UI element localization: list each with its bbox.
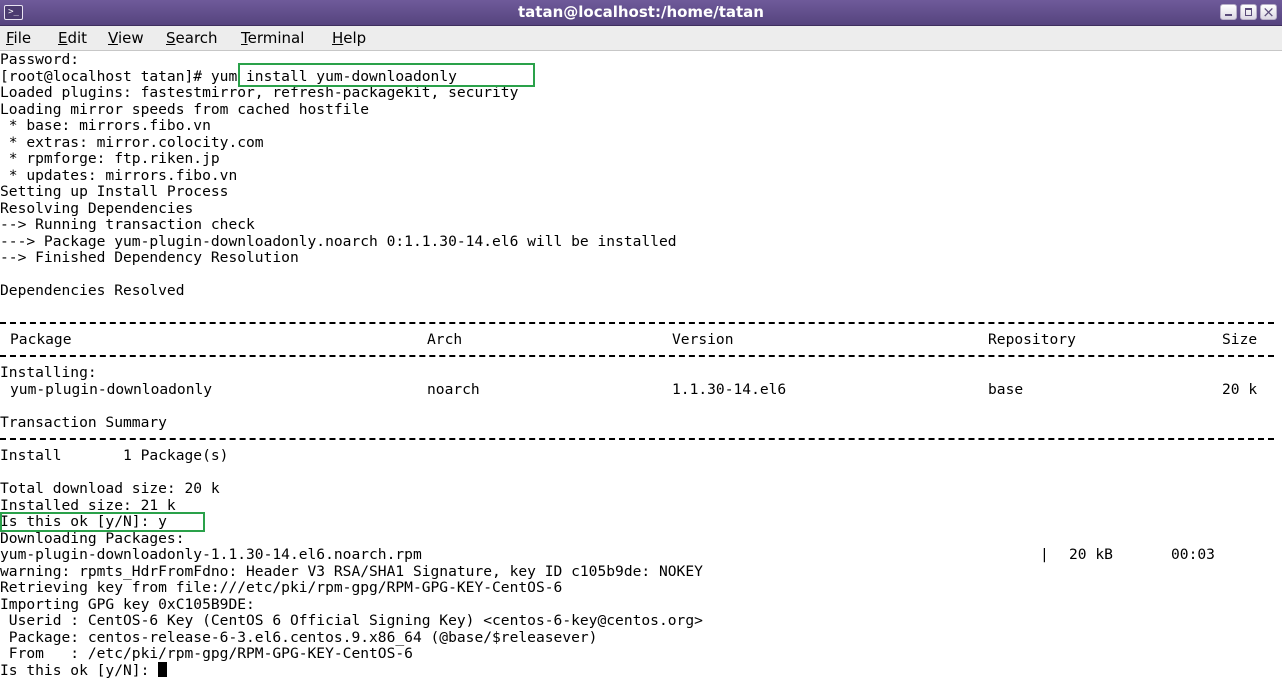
menu-help[interactable]: Help — [332, 29, 366, 47]
menu-terminal[interactable]: Terminal — [241, 29, 304, 47]
download-time: 00:03 — [1171, 546, 1215, 563]
table-rule — [0, 322, 1274, 324]
output-line: Transaction Summary — [0, 414, 167, 431]
output-line: Dependencies Resolved — [0, 282, 185, 299]
menu-search-label: earch — [175, 29, 218, 47]
input-prompt-line[interactable]: Is this ok [y/N]: — [0, 662, 168, 679]
close-button[interactable] — [1260, 3, 1277, 21]
output-line: Downloading Packages: — [0, 530, 185, 547]
download-progress-line: yum-plugin-downloadonly-1.1.30-14.el6.no… — [0, 546, 1282, 563]
confirm-prompt: Is this ok [y/N]: — [0, 662, 159, 679]
output-line: Installing: — [0, 364, 97, 381]
output-line: --> Running transaction check — [0, 216, 255, 233]
output-line: Loading mirror speeds from cached hostfi… — [0, 101, 370, 118]
output-line: * updates: mirrors.fibo.vn — [0, 167, 238, 184]
menu-terminal-label: erminal — [247, 29, 305, 47]
minimize-button[interactable] — [1220, 4, 1237, 20]
output-line: --> Finished Dependency Resolution — [0, 249, 299, 266]
header-size: Size — [1222, 331, 1258, 348]
output-line: warning: rpmts_HdrFromFdno: Header V3 RS… — [0, 563, 703, 580]
menu-edit-label: dit — [67, 29, 88, 47]
menu-file-mnemonic: F — [6, 29, 14, 47]
menu-view[interactable]: View — [108, 29, 144, 47]
header-repository: Repository — [988, 331, 1076, 348]
menu-search-mnemonic: S — [166, 29, 176, 47]
output-line: Total download size: 20 k — [0, 480, 220, 497]
answer-highlight-box — [0, 512, 205, 532]
menu-search[interactable]: Search — [166, 29, 218, 47]
output-line: From : /etc/pki/rpm-gpg/RPM-GPG-KEY-Cent… — [0, 645, 413, 662]
text-cursor — [158, 662, 168, 677]
download-separator: | — [1040, 546, 1049, 563]
header-version: Version — [672, 331, 734, 348]
download-file: yum-plugin-downloadonly-1.1.30-14.el6.no… — [0, 546, 422, 563]
title-bar[interactable]: >_ tatan@localhost:/home/tatan — [0, 0, 1282, 26]
output-line: Package: centos-release-6-3.el6.centos.9… — [0, 629, 598, 646]
output-line: Userid : CentOS-6 Key (CentOS 6 Official… — [0, 612, 703, 629]
menu-bar: File Edit View Search Terminal Help — [0, 26, 1282, 51]
download-size: 20 kB — [1069, 546, 1113, 563]
row-version: 1.1.30-14.el6 — [672, 381, 787, 398]
row-repository: base — [988, 381, 1024, 398]
maximize-button[interactable] — [1240, 4, 1257, 20]
menu-view-label: iew — [117, 29, 144, 47]
header-arch: Arch — [427, 331, 463, 348]
table-header: Package Arch Version Repository Size — [0, 331, 1282, 348]
terminal-output[interactable]: Password: [root@localhost tatan]# yum in… — [0, 51, 1282, 686]
table-row: yum-plugin-downloadonly noarch 1.1.30-14… — [0, 381, 1282, 398]
output-line: Importing GPG key 0xC105B9DE: — [0, 596, 255, 613]
table-rule — [0, 355, 1274, 357]
header-package: Package — [10, 331, 72, 348]
shell-prompt: [root@localhost tatan]# — [0, 68, 211, 85]
menu-help-mnemonic: H — [332, 29, 344, 47]
menu-view-mnemonic: V — [108, 29, 118, 47]
table-rule — [0, 438, 1274, 440]
row-package: yum-plugin-downloadonly — [10, 381, 213, 398]
menu-edit[interactable]: Edit — [58, 29, 87, 47]
output-line: Install 1 Package(s) — [0, 447, 229, 464]
output-line: * rpmforge: ftp.riken.jp — [0, 150, 220, 167]
output-line: Resolving Dependencies — [0, 200, 194, 217]
menu-help-label: elp — [343, 29, 367, 47]
output-line: * base: mirrors.fibo.vn — [0, 117, 211, 134]
menu-file[interactable]: File — [6, 29, 31, 47]
menu-file-label: ile — [13, 29, 32, 47]
row-arch: noarch — [427, 381, 480, 398]
output-line: Password: — [0, 51, 80, 68]
output-line: Setting up Install Process — [0, 183, 229, 200]
row-size: 20 k — [1222, 381, 1258, 398]
command-highlight-box — [238, 63, 535, 87]
output-line: * extras: mirror.colocity.com — [0, 134, 264, 151]
output-line: Retrieving key from file:///etc/pki/rpm-… — [0, 579, 563, 596]
window-title: tatan@localhost:/home/tatan — [518, 3, 764, 21]
output-line: ---> Package yum-plugin-downloadonly.noa… — [0, 233, 677, 250]
terminal-window: >_ tatan@localhost:/home/tatan File Edit… — [0, 0, 1282, 686]
menu-terminal-mnemonic: T — [241, 29, 248, 47]
